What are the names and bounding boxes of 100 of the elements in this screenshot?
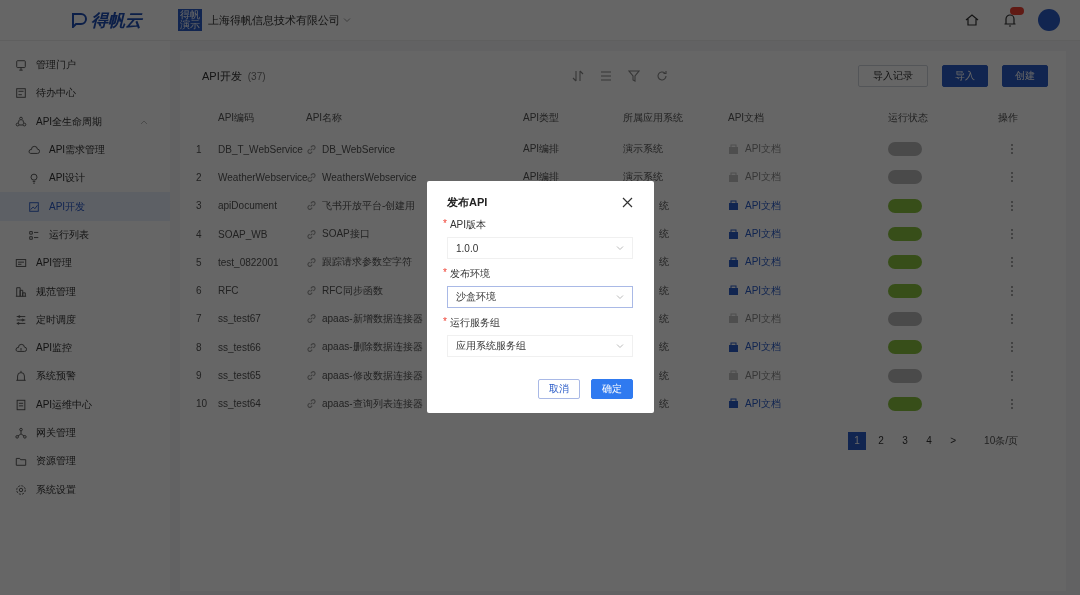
table-cell-text: 演示系统 (623, 142, 664, 157)
more-icon[interactable] (1010, 171, 1014, 184)
more-icon[interactable] (1010, 312, 1014, 325)
list-icon[interactable] (600, 70, 612, 82)
column-header: 操作 (998, 111, 1019, 125)
field-label: API版本 (449, 218, 487, 232)
monitor-icon (15, 59, 27, 72)
more-icon[interactable] (1010, 228, 1014, 241)
primary-button[interactable]: 创建 (1002, 65, 1048, 87)
sidebar-item[interactable]: API运维中心 (0, 390, 170, 419)
cycle-icon (15, 115, 27, 128)
avatar[interactable] (1038, 9, 1060, 31)
doc-link[interactable]: API文档 (728, 396, 888, 411)
doc-link[interactable]: API文档 (728, 255, 888, 270)
page-button[interactable]: 3 (896, 431, 915, 450)
sidebar-item[interactable]: 定时调度 (0, 305, 170, 334)
sort-icon[interactable] (572, 70, 584, 82)
page-size-select[interactable]: 10条/页 (984, 433, 1018, 448)
filter-icon[interactable] (628, 70, 640, 82)
row-number: 2 (195, 171, 203, 183)
sidebar-item[interactable]: 资源管理 (0, 447, 170, 476)
table-cell: SOAP接口 (322, 227, 370, 242)
doc-link[interactable]: API文档 (728, 198, 888, 213)
primary-button[interactable]: 导入 (942, 65, 988, 87)
page-button[interactable]: 1 (848, 431, 867, 450)
gear-icon (15, 483, 27, 496)
list-icon (15, 87, 27, 100)
row-number: 3 (195, 200, 203, 212)
link-icon (306, 370, 317, 381)
sidebar-item[interactable]: 网关管理 (0, 418, 170, 448)
table-cell-text: ss_test65 (218, 370, 262, 381)
row-number: 5 (195, 256, 203, 268)
chevron-icon (616, 343, 624, 349)
table-cell: 统 (659, 227, 669, 242)
cancel-button[interactable]: 取消 (538, 379, 580, 399)
sidebar-item[interactable]: API需求管理 (0, 135, 170, 165)
link-icon (306, 200, 317, 212)
company-name[interactable]: 上海得帆信息技术有限公司 (208, 12, 340, 28)
select-field[interactable]: 沙盒环境 (447, 286, 633, 308)
field-label: 发布环境 (449, 267, 490, 281)
table-cell: WeathersWebservice (322, 171, 417, 183)
column-header: API名称 (306, 111, 344, 125)
more-icon[interactable] (1010, 369, 1014, 382)
page-button[interactable]: 2 (872, 431, 891, 450)
table-cell-text: test_0822001 (218, 256, 280, 268)
sidebar-item[interactable]: 待办中心 (0, 79, 170, 108)
more-icon[interactable] (1010, 143, 1014, 156)
more-icon[interactable] (1010, 341, 1014, 354)
sidebar-item[interactable]: API开发 (0, 192, 170, 221)
table-cell-text: ss_test67 (218, 313, 262, 325)
sidebar-item[interactable]: API管理 (0, 249, 170, 278)
folder-icon (15, 455, 27, 468)
table-cell-text: 演示系统 (623, 170, 664, 185)
chevron-icon (616, 245, 624, 251)
next-page-button[interactable]: > (944, 431, 963, 450)
link-icon (306, 143, 317, 155)
select-field[interactable]: 1.0.0 (447, 237, 633, 259)
sidebar-item[interactable]: API全生命周期 (0, 107, 170, 136)
table-cell-text: ss_test64 (218, 398, 262, 410)
required-mark: * (443, 218, 447, 231)
close-icon[interactable] (622, 197, 633, 208)
bell-icon[interactable] (1002, 12, 1018, 28)
column-header: API编码 (218, 111, 256, 125)
sidebar-item[interactable]: 系统设置 (0, 475, 170, 504)
table-cell-text: apiDocument (218, 200, 278, 212)
row-number: 10 (195, 398, 209, 410)
page-button[interactable]: 4 (920, 431, 939, 450)
table-cell: 统 (659, 198, 669, 213)
table-cell: 统 (659, 340, 669, 355)
required-mark: * (443, 316, 447, 329)
outline-button[interactable]: 导入记录 (858, 65, 928, 87)
refresh-icon[interactable] (656, 70, 668, 82)
link-icon (306, 313, 317, 325)
confirm-button[interactable]: 确定 (591, 379, 633, 399)
sidebar-item[interactable]: API监控 (0, 333, 170, 363)
more-icon[interactable] (1010, 284, 1014, 297)
chart-icon (28, 200, 40, 213)
doc-link[interactable]: API文档 (728, 283, 888, 298)
more-icon[interactable] (1010, 256, 1014, 269)
sidebar-item[interactable]: 规范管理 (0, 277, 170, 306)
table-cell: WeatherWebservice (218, 171, 306, 183)
sidebar-item[interactable]: 管理门户 (0, 51, 170, 80)
home-icon[interactable] (964, 12, 980, 28)
sidebar-item[interactable]: 系统预警 (0, 362, 170, 391)
row-number: 6 (195, 285, 203, 297)
doc-link[interactable]: API文档 (728, 227, 888, 242)
alarm-icon (15, 370, 27, 383)
required-mark: * (443, 267, 447, 280)
select-field[interactable]: 应用系统服务组 (447, 335, 633, 357)
row-number: 8 (195, 341, 203, 353)
doc-link[interactable]: API文档 (728, 340, 888, 355)
link-icon (306, 398, 317, 410)
more-icon[interactable] (1010, 397, 1014, 410)
more-icon[interactable] (1010, 199, 1014, 212)
row-number: 4 (195, 228, 203, 240)
table-cell: DB_WebService (322, 143, 396, 155)
row-number: 9 (195, 370, 203, 381)
link-icon (306, 285, 317, 297)
link-icon (306, 171, 317, 183)
table-cell: apaas-查询列表连接器 (322, 396, 423, 411)
